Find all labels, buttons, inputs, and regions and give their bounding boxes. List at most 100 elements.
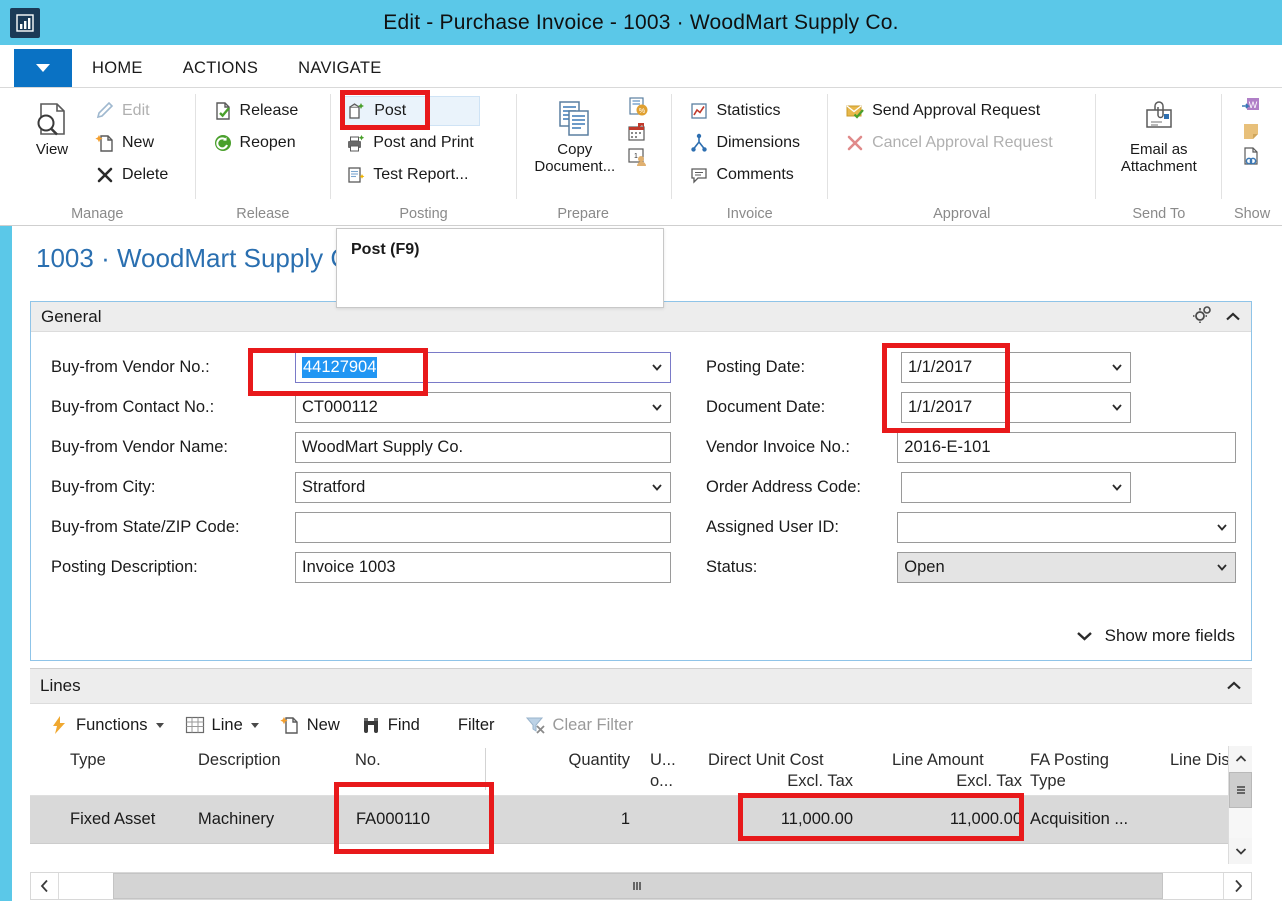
grid-vertical-scrollbar[interactable] xyxy=(1228,746,1252,864)
cell-fa-posting-type[interactable]: Acquisition ... xyxy=(1030,810,1128,829)
grid-scrollbar-track[interactable] xyxy=(1229,808,1252,838)
posting-description-input[interactable]: Invoice 1003 xyxy=(295,551,671,583)
field-row-status: Status: Open xyxy=(706,547,1236,587)
ribbon-group-invoice-label: Invoice xyxy=(726,206,773,222)
status-input[interactable]: Open xyxy=(897,551,1236,583)
document-percent-icon[interactable]: % xyxy=(627,96,649,118)
send-approval-request-button[interactable]: Send Approval Request xyxy=(842,96,1059,126)
post-and-print-button[interactable]: Post and Print xyxy=(343,128,480,158)
hscroll-right-button[interactable] xyxy=(1223,873,1251,899)
copy-document-button[interactable]: Copy Document... xyxy=(527,94,623,175)
tab-navigate-label: NAVIGATE xyxy=(298,58,382,77)
buy-from-vendor-no-input[interactable]: 44127904 xyxy=(295,351,671,383)
column-header-no[interactable]: No. xyxy=(355,750,381,771)
order-address-code-dropdown-icon[interactable] xyxy=(1110,480,1124,494)
cell-direct-unit-cost[interactable]: 11,000.00 xyxy=(708,810,853,829)
comments-button[interactable]: Comments xyxy=(686,160,806,190)
buy-from-contact-no-dropdown-icon[interactable] xyxy=(650,400,664,414)
grid-scroll-up-button[interactable] xyxy=(1229,746,1252,772)
column-header-fa-posting-type-line1: FA Posting xyxy=(1030,751,1109,769)
buy-from-vendor-no-dropdown-icon[interactable] xyxy=(650,360,664,374)
general-collapse-chevron-up-icon[interactable] xyxy=(1225,307,1241,327)
status-dropdown-icon[interactable] xyxy=(1215,560,1229,574)
date-person-icon[interactable]: 1 xyxy=(627,146,649,168)
tab-home[interactable]: HOME xyxy=(72,49,163,87)
buy-from-city-input[interactable]: Stratford xyxy=(295,471,671,503)
line-button[interactable]: Line xyxy=(176,711,267,739)
filter-button[interactable]: Filter xyxy=(450,713,503,738)
document-date-dropdown-icon[interactable] xyxy=(1110,400,1124,414)
note-icon[interactable] xyxy=(1240,121,1262,143)
email-as-attachment-button[interactable]: Email as Attachment xyxy=(1104,94,1214,175)
file-menu-button[interactable] xyxy=(14,49,72,87)
calendar-arrow-icon[interactable] xyxy=(627,121,649,143)
column-header-direct-unit-cost[interactable]: Direct Unit Cost Excl. Tax xyxy=(708,750,853,791)
buy-from-vendor-name-input[interactable]: WoodMart Supply Co. xyxy=(295,431,671,463)
cell-description[interactable]: Machinery xyxy=(198,810,274,829)
test-report-button[interactable]: Test Report... xyxy=(343,160,480,190)
grid-scroll-down-button[interactable] xyxy=(1229,838,1252,864)
column-header-uom[interactable]: U... o... xyxy=(650,750,676,791)
find-button[interactable]: Find xyxy=(352,711,428,739)
assigned-user-id-dropdown-icon[interactable] xyxy=(1215,520,1229,534)
release-button[interactable]: Release xyxy=(210,96,305,126)
cell-type[interactable]: Fixed Asset xyxy=(70,810,155,829)
view-button[interactable]: View xyxy=(18,94,86,159)
tab-navigate[interactable]: NAVIGATE xyxy=(278,49,401,87)
order-address-code-input[interactable] xyxy=(901,471,1131,503)
delete-button[interactable]: Delete xyxy=(92,160,174,190)
new-button-label: New xyxy=(122,134,155,151)
hscroll-left-button[interactable] xyxy=(31,873,59,899)
column-header-type[interactable]: Type xyxy=(70,750,106,771)
binoculars-icon xyxy=(360,714,382,736)
show-more-fields-button[interactable]: Show more fields xyxy=(1076,626,1235,646)
filter-button-label: Filter xyxy=(457,715,495,734)
vendor-invoice-no-input[interactable]: 2016-E-101 xyxy=(897,431,1236,463)
functions-chevron-down-icon[interactable] xyxy=(155,722,164,728)
hscroll-thumb[interactable] xyxy=(113,873,1163,899)
cell-no[interactable]: FA000110 xyxy=(356,810,430,829)
statistics-button[interactable]: Statistics xyxy=(686,96,806,126)
column-header-quantity[interactable]: Quantity xyxy=(560,750,630,771)
posting-date-dropdown-icon[interactable] xyxy=(1110,360,1124,374)
reopen-button[interactable]: Reopen xyxy=(210,128,305,158)
cell-quantity[interactable]: 1 xyxy=(560,810,630,829)
functions-button[interactable]: Functions xyxy=(40,711,172,739)
title-bar: Edit - Purchase Invoice - 1003 · WoodMar… xyxy=(0,0,1282,45)
new-button[interactable]: New xyxy=(92,128,174,158)
line-chevron-down-icon[interactable] xyxy=(250,722,259,728)
column-header-line-amount[interactable]: Line Amount Excl. Tax xyxy=(892,750,1022,791)
gears-icon[interactable] xyxy=(1192,305,1213,328)
assigned-user-id-input[interactable] xyxy=(897,511,1236,543)
column-header-fa-posting-type[interactable]: FA Posting Type xyxy=(1030,750,1109,791)
ribbon-tab-strip: HOME ACTIONS NAVIGATE xyxy=(0,45,1282,88)
lines-collapse-chevron-up-icon[interactable] xyxy=(1226,676,1242,696)
buy-from-contact-no-input[interactable]: CT000112 xyxy=(295,391,671,423)
ribbon-group-posting-label: Posting xyxy=(399,206,448,222)
clear-filter-button[interactable]: Clear Filter xyxy=(517,711,642,739)
microsoft-word-icon[interactable]: W xyxy=(1240,96,1262,118)
general-left-column: Buy-from Vendor No.: 44127904 Buy-from C… xyxy=(51,347,681,587)
grid-horizontal-scrollbar[interactable] xyxy=(30,872,1252,900)
buy-from-state-zip-input[interactable] xyxy=(295,511,671,543)
posting-date-label: Posting Date: xyxy=(706,357,806,376)
dimensions-button[interactable]: Dimensions xyxy=(686,128,806,158)
tab-actions[interactable]: ACTIONS xyxy=(163,49,278,87)
ribbon-group-show: W Show xyxy=(1222,88,1282,225)
grid-scrollbar-thumb[interactable] xyxy=(1229,772,1252,808)
column-header-description[interactable]: Description xyxy=(198,750,281,771)
column-header-line-discount[interactable]: Line Dis xyxy=(1170,750,1230,771)
edit-button[interactable]: Edit xyxy=(92,96,174,126)
cancel-approval-request-button[interactable]: Cancel Approval Request xyxy=(842,128,1059,158)
lines-fasttab-header[interactable]: Lines xyxy=(30,668,1252,704)
ribbon-group-prepare: Copy Document... % 1 Prepare xyxy=(517,88,672,225)
link-page-icon[interactable] xyxy=(1240,146,1262,168)
post-button[interactable]: Post xyxy=(343,96,480,126)
ribbon-group-release-label: Release xyxy=(236,206,290,222)
document-date-input[interactable]: 1/1/2017 xyxy=(901,391,1131,423)
new-line-button[interactable]: New xyxy=(271,711,348,739)
posting-date-input[interactable]: 1/1/2017 xyxy=(901,351,1131,383)
cell-line-amount[interactable]: 11,000.00 xyxy=(892,810,1022,829)
buy-from-city-dropdown-icon[interactable] xyxy=(650,480,664,494)
table-row[interactable]: Fixed Asset Machinery FA000110 1 11,000.… xyxy=(30,796,1252,844)
